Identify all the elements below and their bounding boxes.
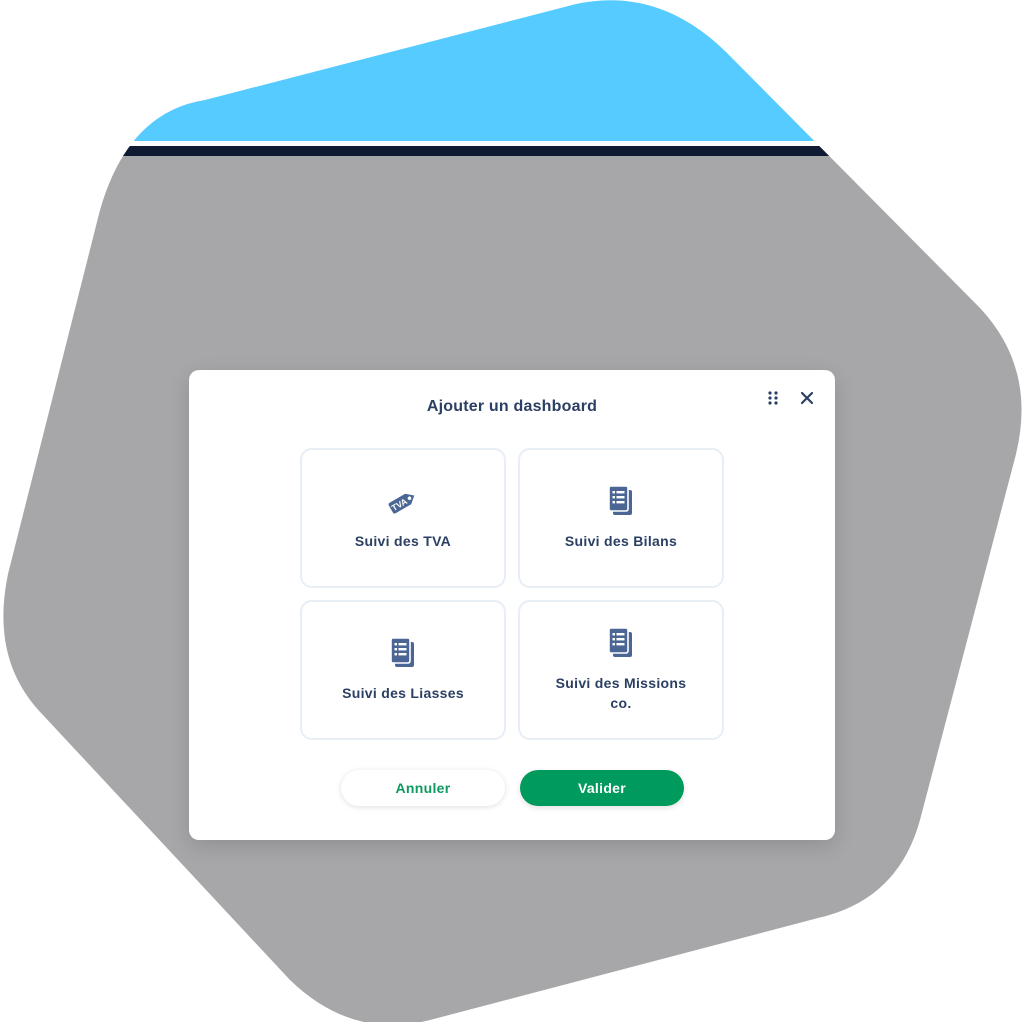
card-label: Suivi des TVA <box>354 533 452 549</box>
dashboard-card-bilans[interactable]: Suivi des Bilans <box>518 448 724 588</box>
dashboard-card-liasses[interactable]: Suivi des Liasses <box>300 600 506 740</box>
document-list-icon <box>606 627 636 661</box>
close-icon[interactable] <box>798 389 816 407</box>
add-dashboard-modal: Ajouter un dashboard TVA Suivi des TVA S… <box>189 370 835 840</box>
document-list-icon <box>388 637 418 671</box>
header-strip <box>3 146 1022 156</box>
tva-tag-icon: TVA <box>388 485 418 519</box>
dashboard-options-grid: TVA Suivi des TVA Suivi des Bilans Suivi… <box>300 448 724 740</box>
modal-title: Ajouter un dashboard <box>426 398 598 415</box>
cancel-button[interactable]: Annuler <box>341 770 505 806</box>
confirm-button[interactable]: Valider <box>520 770 684 806</box>
grip-dots-icon[interactable] <box>765 390 781 406</box>
dashboard-card-missions[interactable]: Suivi des Missions co. <box>518 600 724 740</box>
card-label: Suivi des Missions co. <box>555 675 687 711</box>
card-label: Suivi des Liasses <box>342 685 464 701</box>
document-list-icon <box>606 485 636 519</box>
hexagon-top-band <box>3 0 1022 141</box>
dashboard-card-tva[interactable]: TVA Suivi des TVA <box>300 448 506 588</box>
card-label: Suivi des Bilans <box>564 533 678 549</box>
